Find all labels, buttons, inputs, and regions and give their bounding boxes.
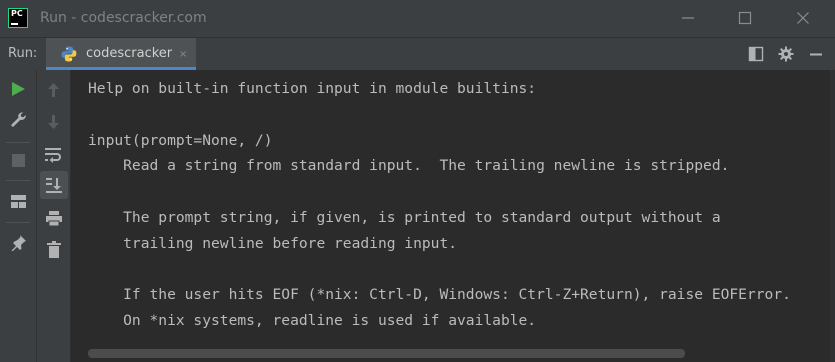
horizontal-scrollbar[interactable]: [88, 349, 685, 358]
tab-close-icon[interactable]: ×: [179, 38, 187, 70]
console-actions-gutter: [37, 70, 71, 362]
soft-wrap-icon[interactable]: [44, 146, 63, 163]
pycharm-logo: PC: [8, 8, 28, 28]
gutter-separator: [6, 142, 30, 143]
restore-layout-icon[interactable]: [10, 194, 27, 209]
pycharm-logo-text: PC: [11, 9, 23, 18]
console-line: input(prompt=None, /): [88, 131, 273, 149]
gutter-separator: [6, 222, 30, 223]
run-toolbar: Run: codescracker ×: [0, 37, 835, 70]
gear-icon[interactable]: [778, 46, 794, 62]
stop-icon[interactable]: [11, 153, 26, 168]
run-label: Run:: [8, 46, 38, 61]
console-line: Read a string from standard input. The t…: [88, 157, 730, 175]
close-button[interactable]: [780, 0, 826, 37]
minimize-panel-icon[interactable]: [808, 46, 824, 62]
tab-codescracker[interactable]: codescracker ×: [46, 38, 196, 70]
pin-icon[interactable]: [10, 234, 27, 251]
run-actions-gutter: [0, 70, 37, 362]
console-line: On *nix systems, readline is used if ava…: [88, 312, 537, 330]
vertical-scrollbar[interactable]: [830, 70, 835, 362]
console-line: If the user hits EOF (*nix: Ctrl-D, Wind…: [88, 286, 791, 304]
console-line: trailing newline before reading input.: [88, 234, 458, 252]
gutter-separator: [6, 180, 30, 181]
pycharm-logo-bar: [11, 23, 18, 25]
console-text: Help on built-in function input in modul…: [88, 76, 791, 334]
maximize-button[interactable]: [722, 0, 768, 37]
print-icon[interactable]: [45, 210, 63, 227]
console-output[interactable]: Help on built-in function input in modul…: [72, 70, 835, 362]
window-title: Run - codescracker.com: [40, 10, 207, 26]
layout-icon[interactable]: [748, 46, 764, 62]
close-icon: [797, 12, 809, 24]
trash-icon[interactable]: [46, 241, 62, 259]
console-line: Help on built-in function input in modul…: [88, 80, 537, 97]
scroll-to-end-icon[interactable]: [45, 176, 63, 194]
minimize-icon: [682, 17, 694, 19]
title-bar: PC Run - codescracker.com: [0, 0, 835, 37]
run-icon[interactable]: [11, 81, 26, 97]
wrench-icon[interactable]: [10, 111, 27, 128]
maximize-icon: [738, 11, 752, 25]
arrow-up-icon[interactable]: [46, 82, 61, 98]
tab-label: codescracker: [86, 46, 173, 61]
arrow-down-icon[interactable]: [46, 114, 61, 130]
minimize-button[interactable]: [665, 0, 711, 37]
python-file-icon: [61, 46, 77, 62]
console-line: The prompt string, if given, is printed …: [88, 208, 721, 226]
